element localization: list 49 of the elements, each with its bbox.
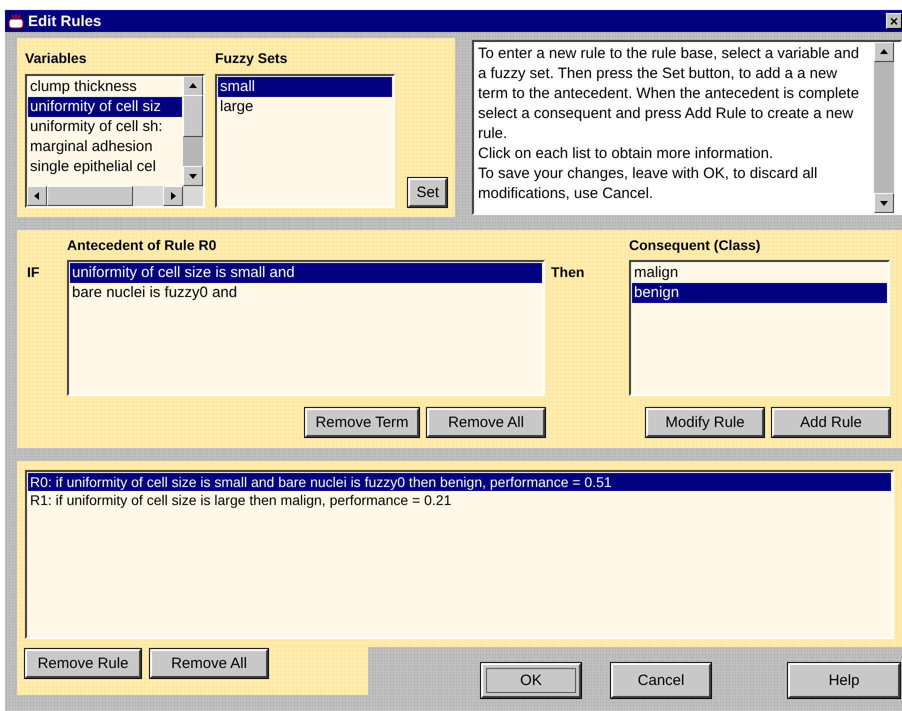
list-item[interactable]: uniformity of cell sh: — [28, 117, 182, 137]
dialog-button[interactable]: Help — [788, 663, 900, 698]
variables-list[interactable]: clump thickness uniformity of cell siz uniformity of cell sh: marginal adhesion single epithelial cel — [25, 74, 205, 208]
list-item[interactable]: single epithelial cel — [28, 157, 182, 177]
section-heading: Fuzzy Sets — [215, 50, 288, 66]
consequent-list[interactable]: malign benign — [629, 260, 890, 396]
help-text: To enter a new rule to the rule base, select a variable and a fuzzy set. Then press the Set button, to add a a new term to the antecedent. When the antecedent is complete select a consequent and press Add Rule to create a new rule. Click on each list to obtain more information. To save your changes, leave with OK, to discard all modifications, use Cancel. — [477, 44, 860, 204]
rule-button[interactable]: Modify Rule — [646, 408, 764, 436]
rule-item[interactable]: R0: if uniformity of cell size is small and bare nuclei is fuzzy0 then benign, performance = 0.51 — [28, 473, 891, 491]
vertical-scrollbar[interactable] — [874, 42, 894, 213]
scroll-up-icon[interactable] — [874, 42, 894, 62]
if-label: IF — [27, 264, 40, 280]
rules-list[interactable]: R0: if uniformity of cell size is small and bare nuclei is fuzzy0 then benign, performance = 0.51 R1: if uniformity of cell size is large then malign, performance = 0.21 — [25, 470, 894, 639]
list-item[interactable]: marginal adhesion — [28, 137, 182, 157]
dialog-button[interactable]: OK — [481, 663, 581, 698]
list-item[interactable]: clump thickness — [28, 77, 182, 97]
list-item[interactable]: large — [218, 97, 392, 117]
scroll-left-icon[interactable] — [27, 186, 47, 206]
scroll-right-icon[interactable] — [163, 186, 183, 206]
list-item[interactable]: uniformity of cell size is small and — [70, 263, 542, 283]
section-heading: Consequent (Class) — [629, 237, 760, 253]
then-label: Then — [551, 264, 584, 280]
set-button[interactable]: Set — [408, 178, 447, 207]
list-item[interactable]: bare nuclei is fuzzy0 and — [70, 283, 542, 303]
list-item[interactable]: malign — [632, 263, 887, 283]
close-button[interactable]: × — [886, 13, 902, 29]
vertical-scrollbar[interactable] — [183, 76, 203, 186]
scroll-down-icon[interactable] — [183, 166, 203, 186]
remove-button[interactable]: Remove All — [427, 408, 545, 436]
list-item[interactable]: benign — [632, 283, 887, 303]
scroll-down-icon[interactable] — [874, 193, 894, 213]
remove-button[interactable]: Remove Rule — [25, 649, 141, 678]
list-item[interactable]: uniformity of cell siz — [28, 97, 182, 117]
rule-button[interactable]: Add Rule — [772, 408, 890, 436]
list-item[interactable]: small — [218, 77, 392, 97]
remove-button[interactable]: Remove Term — [305, 408, 419, 436]
antecedent-list[interactable]: uniformity of cell size is small and bare nuclei is fuzzy0 and — [67, 260, 545, 396]
fuzzy-sets-list[interactable]: small large — [215, 74, 395, 208]
scroll-thumb[interactable] — [47, 186, 133, 206]
dialog-button[interactable]: Cancel — [611, 663, 711, 698]
rule-item[interactable]: R1: if uniformity of cell size is large then malign, performance = 0.21 — [28, 491, 891, 509]
app-icon — [8, 13, 24, 29]
remove-button[interactable]: Remove All — [150, 649, 268, 678]
section-heading: Antecedent of Rule R0 — [67, 237, 216, 253]
horizontal-scrollbar[interactable] — [27, 186, 203, 206]
scroll-up-icon[interactable] — [183, 76, 203, 96]
scroll-thumb[interactable] — [183, 95, 203, 137]
section-heading: Variables — [25, 50, 88, 66]
window-title: Edit Rules — [28, 12, 102, 30]
